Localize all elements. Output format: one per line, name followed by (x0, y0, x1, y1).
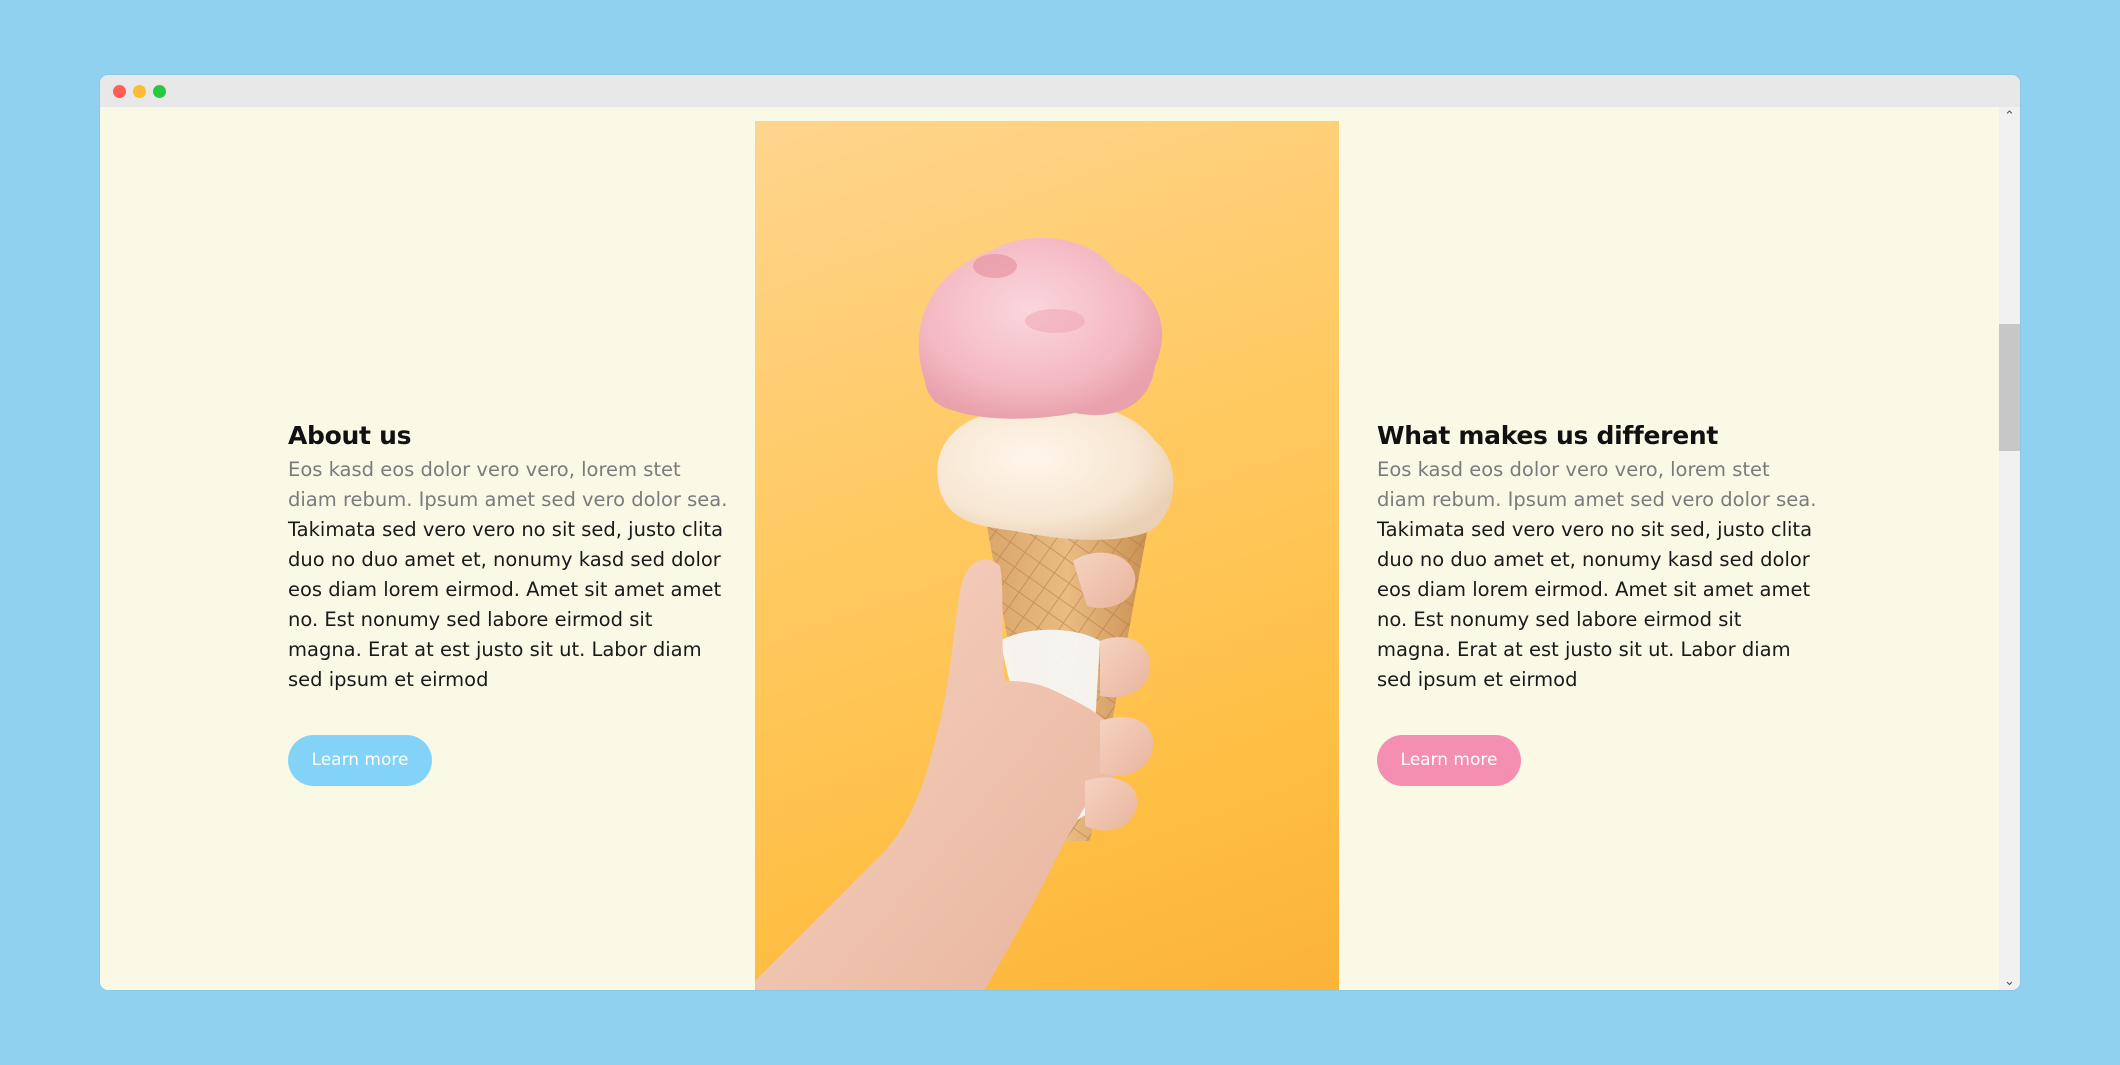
page-content: About us Eos kasd eos dolor vero vero, l… (100, 107, 1999, 990)
scrollbar-thumb[interactable] (1999, 324, 2020, 451)
about-section: About us Eos kasd eos dolor vero vero, l… (288, 419, 728, 786)
maximize-window-button[interactable] (153, 85, 166, 98)
ice-cream-cone-illustration (755, 237, 1174, 990)
chevron-up-icon[interactable]: ⌃ (1999, 107, 2020, 125)
about-learn-more-button[interactable]: Learn more (288, 735, 432, 786)
different-section: What makes us different Eos kasd eos dol… (1377, 419, 1817, 786)
different-lead: Eos kasd eos dolor vero vero, lorem stet… (1377, 458, 1817, 511)
minimize-window-button[interactable] (133, 85, 146, 98)
about-body: Takimata sed vero vero no sit sed, justo… (288, 518, 724, 691)
about-heading: About us (288, 421, 412, 450)
different-learn-more-button[interactable]: Learn more (1377, 735, 1521, 786)
browser-window: About us Eos kasd eos dolor vero vero, l… (100, 75, 2020, 990)
different-body: Takimata sed vero vero no sit sed, justo… (1377, 518, 1813, 691)
different-heading: What makes us different (1377, 421, 1719, 450)
about-lead: Eos kasd eos dolor vero vero, lorem stet… (288, 458, 728, 511)
vertical-scrollbar[interactable]: ⌃ ⌄ (1999, 107, 2020, 990)
chevron-down-icon[interactable]: ⌄ (1999, 972, 2020, 990)
ice-cream-photo (755, 121, 1339, 990)
close-window-button[interactable] (113, 85, 126, 98)
window-titlebar (100, 75, 2020, 107)
